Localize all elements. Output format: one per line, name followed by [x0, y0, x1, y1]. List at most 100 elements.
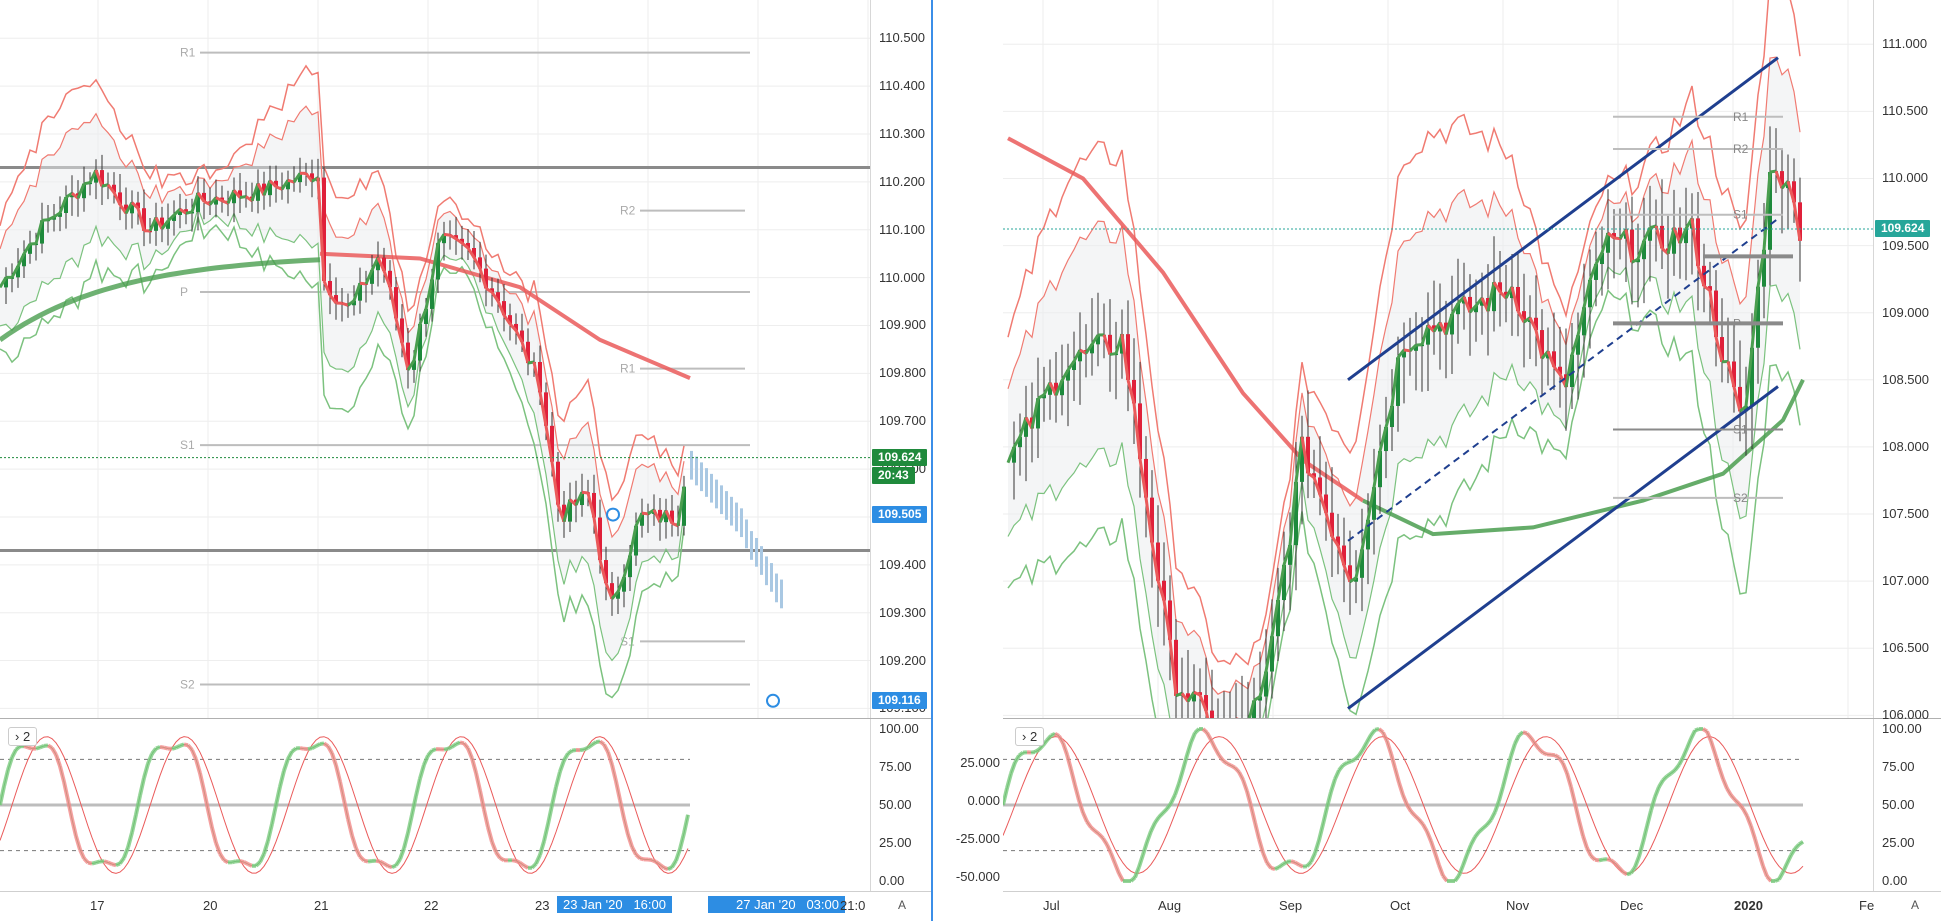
forecast-end-marker	[766, 693, 780, 708]
osc-smooth-segment	[66, 799, 74, 820]
osc-smooth-segment	[134, 795, 142, 815]
osc-smooth-segment	[282, 758, 290, 772]
osc-smooth-segment	[155, 745, 161, 751]
osc-smooth-segment	[426, 749, 434, 757]
osc-smooth-segment	[1377, 727, 1385, 734]
osc-smooth-segment	[1365, 733, 1373, 743]
osc-smooth-segment	[1709, 740, 1717, 755]
right-oscillator-tag[interactable]: › 2	[1015, 727, 1045, 746]
osc-smooth-segment	[1033, 747, 1041, 754]
osc-smooth-segment	[571, 748, 577, 753]
osc-smooth-segment	[474, 772, 482, 792]
osc-smooth-segment	[490, 841, 498, 853]
forecast-bar	[750, 531, 753, 560]
osc-smooth-segment	[1577, 819, 1585, 837]
time-label: Nov	[1506, 898, 1530, 913]
osc-smooth-segment	[1065, 754, 1073, 770]
osc-tick: 100.00	[1882, 721, 1922, 736]
osc-smooth-segment	[175, 744, 181, 750]
osc-smooth-segment	[334, 764, 342, 782]
auto-scale-button[interactable]: A	[1905, 898, 1925, 912]
osc-smooth-segment	[58, 765, 66, 783]
price-tick: 110.400	[879, 78, 926, 94]
osc-smooth-segment	[1161, 807, 1169, 815]
left-oscillator-chart[interactable]	[0, 719, 870, 891]
osc-smooth-segment	[1013, 754, 1021, 764]
osc-smooth-segment	[126, 832, 134, 848]
right-price-scale[interactable]: 111.000 110.500 110.000 109.500 109.000 108.5…	[1873, 0, 1941, 722]
right-time-axis[interactable]: Z Jul Aug Sep Oct Nov Dec 2020 Fe A	[1003, 891, 1941, 918]
right-oscillator-scale[interactable]: 100.00 75.00 50.00 25.00 0.00	[1873, 719, 1941, 891]
forecast-bar	[740, 508, 743, 538]
left-oscillator-scale[interactable]: 100.00 75.00 50.00 25.00 0.00	[870, 719, 931, 891]
osc-smooth-segment	[311, 744, 317, 750]
osc-smooth-segment	[103, 859, 109, 865]
osc-smooth-segment	[1589, 854, 1597, 862]
price-tick: 110.100	[879, 221, 926, 237]
osc-smooth-segment	[682, 814, 690, 834]
osc-smooth-segment	[1561, 762, 1569, 774]
osc-smooth-segment	[626, 834, 634, 848]
left-price-scale[interactable]: 110.500 110.400 110.300 110.200 110.100 110.0…	[870, 0, 931, 718]
osc-smooth-segment	[1761, 865, 1769, 878]
time-label: Oct	[1390, 898, 1411, 913]
bollinger-fill	[0, 106, 684, 661]
osc-smooth-segment	[1522, 730, 1528, 736]
osc-smooth-segment	[1333, 769, 1341, 780]
osc-smooth-segment	[583, 745, 589, 752]
osc-smooth-segment	[1265, 861, 1273, 870]
osc-smooth-segment	[1537, 747, 1545, 755]
osc-smooth-segment	[1565, 772, 1573, 788]
osc-smooth-segment	[122, 846, 130, 859]
time-label: Fe	[1859, 898, 1875, 913]
fast-ma-segment	[1109, 352, 1117, 356]
right-price-chart[interactable]: R1 R2 S1 P S1 S2	[1003, 0, 1873, 718]
price-tick: 107.000	[1882, 573, 1929, 589]
auto-scale-button[interactable]: A	[892, 898, 912, 912]
osc-smooth-segment	[1774, 877, 1780, 883]
right-oscillator-left-scale[interactable]: 25.000 0.000 -25.000 -50.000	[936, 719, 1004, 891]
osc-smooth-segment	[1685, 737, 1693, 750]
osc-smooth-segment	[194, 758, 202, 774]
osc-smooth-segment	[1501, 770, 1509, 788]
fast-ma-segment	[641, 511, 649, 516]
left-price-chart[interactable]: R1R2PR1S1S1S2	[0, 0, 870, 718]
osc-smooth-segment	[1689, 729, 1697, 740]
osc-smooth-segment	[1633, 855, 1641, 868]
osc-smooth-segment	[342, 799, 350, 820]
osc-smooth-segment	[1209, 739, 1217, 749]
osc-smooth-segment	[1745, 815, 1753, 827]
left-time-axis[interactable]: 17 20 21 22 23 23 Jan '20 16:00 27 Jan '…	[0, 891, 931, 918]
left-oscillator-tag[interactable]: › 2	[8, 727, 38, 746]
osc-smooth-segment	[1749, 825, 1757, 840]
osc-smooth-segment	[546, 804, 554, 825]
osc-smooth-segment	[470, 757, 478, 774]
osc-tick: 100.00	[879, 721, 919, 736]
osc-smooth-segment	[266, 823, 274, 842]
osc-smooth-segment	[1298, 862, 1304, 869]
osc-smooth-segment	[1005, 772, 1013, 789]
right-chart-panel[interactable]: R1 R2 S1 P S1 S2 › 2 111.000 110.500 110.000 109…	[1003, 0, 1941, 921]
osc-smooth-segment	[550, 786, 558, 806]
osc-smooth-segment	[179, 742, 185, 748]
right-oscillator-chart[interactable]	[1003, 719, 1873, 891]
osc-smooth-segment	[1621, 870, 1629, 877]
osc-smooth-segment	[598, 739, 606, 747]
osc-smooth-segment	[274, 786, 282, 806]
osc-smooth-segment	[319, 741, 325, 746]
osc-smooth-segment	[1113, 862, 1121, 875]
cursor-time-label: 23 Jan '20 16:00	[557, 896, 672, 913]
osc-smooth-segment	[87, 860, 93, 866]
forecast-bar	[700, 462, 703, 492]
osc-smooth-segment	[422, 754, 430, 766]
osc-smooth-segment	[62, 781, 70, 801]
osc-smooth-segment	[190, 749, 198, 761]
osc-smooth-segment	[499, 856, 505, 862]
osc-smooth-segment	[1069, 768, 1077, 786]
left-chart-panel[interactable]: R1 R2 P R1 S1 S1 S2 › 2 110.500 110.400 110.300 1…	[0, 0, 933, 921]
osc-smooth-segment	[1145, 830, 1153, 843]
osc-smooth-segment	[558, 759, 566, 773]
price-tick: 109.700	[879, 413, 926, 429]
osc-smooth-segment	[326, 745, 334, 755]
osc-smooth-segment	[1617, 866, 1625, 874]
